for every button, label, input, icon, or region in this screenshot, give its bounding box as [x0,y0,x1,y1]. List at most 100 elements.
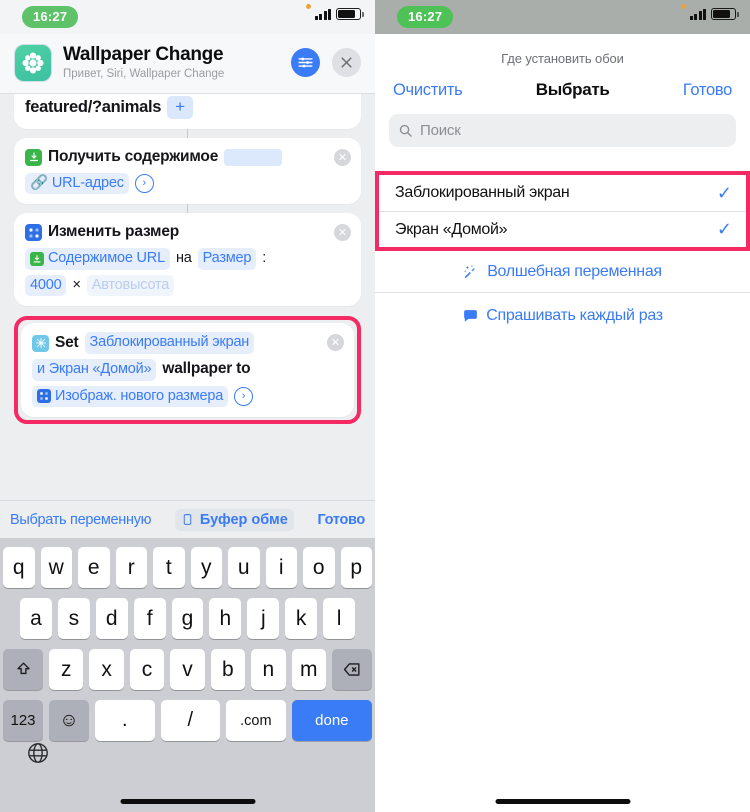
shift-icon [16,662,30,675]
shortcut-action-list: featured/?animals + ✕ Получить содержимо… [0,94,375,425]
checkmark-icon: ✓ [716,219,732,239]
action-card-set-wallpaper[interactable]: ✕ Set Заблокированный экран и Экран «Дом… [21,323,354,418]
status-bar-right: 16:27 [375,0,750,34]
emoji-key[interactable]: ☺ [49,700,89,741]
key-d[interactable]: d [95,598,128,639]
parameter-chip-resized-image[interactable]: Изображ. нового размера [32,385,229,408]
clipboard-button[interactable]: Буфер обме [174,508,294,531]
key-e[interactable]: e [78,547,110,588]
parameter-chip-url[interactable]: 🔗 URL-адрес [25,172,129,195]
key-v[interactable]: v [170,649,205,690]
home-indicator [120,799,255,804]
key-i[interactable]: i [265,547,297,588]
option-label: Заблокированный экран [395,184,570,201]
backspace-key[interactable] [332,649,372,690]
add-variable-button[interactable]: + [167,96,193,119]
keyboard-row-1: qwertyuiop [0,547,375,588]
on-screen-keyboard[interactable]: qwertyuiop asdfghjkl zxcvbnm 123 ☺ . / .… [0,538,375,812]
expand-action-button[interactable]: › [234,386,254,406]
download-icon [30,252,44,267]
key-x[interactable]: x [89,649,124,690]
key-k[interactable]: k [285,598,318,639]
key-o[interactable]: o [303,547,335,588]
option-row-lock-screen[interactable]: Заблокированный экран ✓ [379,175,746,211]
key-r[interactable]: r [115,547,147,588]
parameter-chip-label: Изображ. нового размера [55,387,224,404]
status-time: 16:27 [397,6,454,28]
key-u[interactable]: u [228,547,260,588]
return-key[interactable]: done [291,700,373,741]
parameter-chip-lock-screen[interactable]: Заблокированный экран [84,332,255,355]
action-title: Изменить размер [48,223,180,241]
parameter-chip-source[interactable]: Содержимое URL [25,248,170,270]
download-icon [25,148,42,166]
key-q[interactable]: q [3,547,35,588]
keyboard-row-3: zxcvbnm [0,649,375,690]
action-word-set: Set [55,333,79,351]
parameter-height-placeholder[interactable]: Автовысота [86,274,175,297]
action-word-wallpaper-to: wallpaper to [162,360,251,378]
done-button[interactable]: Готово [683,81,732,100]
slash-key[interactable]: / [160,700,221,741]
close-button[interactable] [332,48,361,77]
period-key[interactable]: . [95,700,155,741]
magic-wand-icon [463,264,480,281]
remove-action-button[interactable]: ✕ [334,148,351,166]
clipboard-icon [183,514,192,525]
shortcut-name: Wallpaper Change [63,43,224,65]
expand-action-button[interactable]: › [134,174,154,194]
parameter-chip-home-screen[interactable]: и Экран «Домой» [32,359,157,381]
select-variable-button[interactable]: Выбрать переменную [10,512,152,528]
key-y[interactable]: y [190,547,222,588]
shortcut-app-icon [14,43,52,82]
option-magic-variable[interactable]: Волшебная переменная [375,255,750,289]
key-a[interactable]: a [20,598,52,639]
sheet-title: Где установить обои [501,51,624,66]
keyboard-row-2: asdfghjkl [0,598,375,639]
globe-icon[interactable] [26,741,50,765]
option-ask-each-time[interactable]: Спрашивать каждый раз [375,299,750,333]
search-placeholder: Поиск [420,122,461,139]
action-card-resize-image[interactable]: ✕ Изменить размер Содержимое URL на Разм… [14,213,361,307]
key-h[interactable]: h [209,598,242,639]
search-field[interactable]: Поиск [389,114,736,147]
numbers-key[interactable]: 123 [3,700,43,741]
key-b[interactable]: b [210,649,246,690]
key-c[interactable]: c [129,649,165,690]
parameter-chip-size[interactable]: Размер [197,248,257,270]
dotcom-key[interactable]: .com [226,700,286,741]
parameter-chip-label: URL-адрес [51,174,124,191]
link-icon: 🔗 [30,174,48,191]
status-icons [689,8,739,20]
option-row-home-screen[interactable]: Экран «Домой» ✓ [379,211,746,247]
key-z[interactable]: z [49,649,84,690]
key-j[interactable]: j [247,598,280,639]
shortcut-settings-button[interactable] [291,48,320,77]
parameter-width-value[interactable]: 4000 [25,274,67,297]
key-s[interactable]: s [57,598,90,639]
clear-button[interactable]: Очистить [393,81,463,100]
recording-indicator-dot [306,4,311,9]
key-g[interactable]: g [171,598,204,639]
left-phone-screen: 16:27 Wallpaper Change Привет, Siri, Wal… [0,0,375,812]
key-w[interactable]: w [40,547,72,588]
wallpaper-icon [32,334,49,352]
key-l[interactable]: l [323,598,356,639]
keyboard-done-button[interactable]: Готово [317,512,365,528]
key-n[interactable]: n [251,649,286,690]
search-icon [399,124,412,137]
key-p[interactable]: p [340,547,372,588]
highlight-box-options: Заблокированный экран ✓ Экран «Домой» ✓ [375,171,750,251]
key-m[interactable]: m [291,649,326,690]
close-icon [341,57,352,68]
inline-field-placeholder[interactable] [224,148,283,166]
recording-indicator-dot [681,4,686,9]
action-card-url-text[interactable]: featured/?animals + [14,94,361,129]
highlight-box-set-wallpaper: ✕ Set Заблокированный экран и Экран «Дом… [14,316,361,425]
key-t[interactable]: t [153,547,185,588]
connector-word-na: на [175,250,192,267]
keyboard-accessory-bar: Выбрать переменную Буфер обме Готово [0,500,375,538]
action-card-get-contents[interactable]: ✕ Получить содержимое 🔗 URL-адрес › [14,137,361,205]
key-f[interactable]: f [133,598,166,639]
shift-key[interactable] [3,649,43,690]
